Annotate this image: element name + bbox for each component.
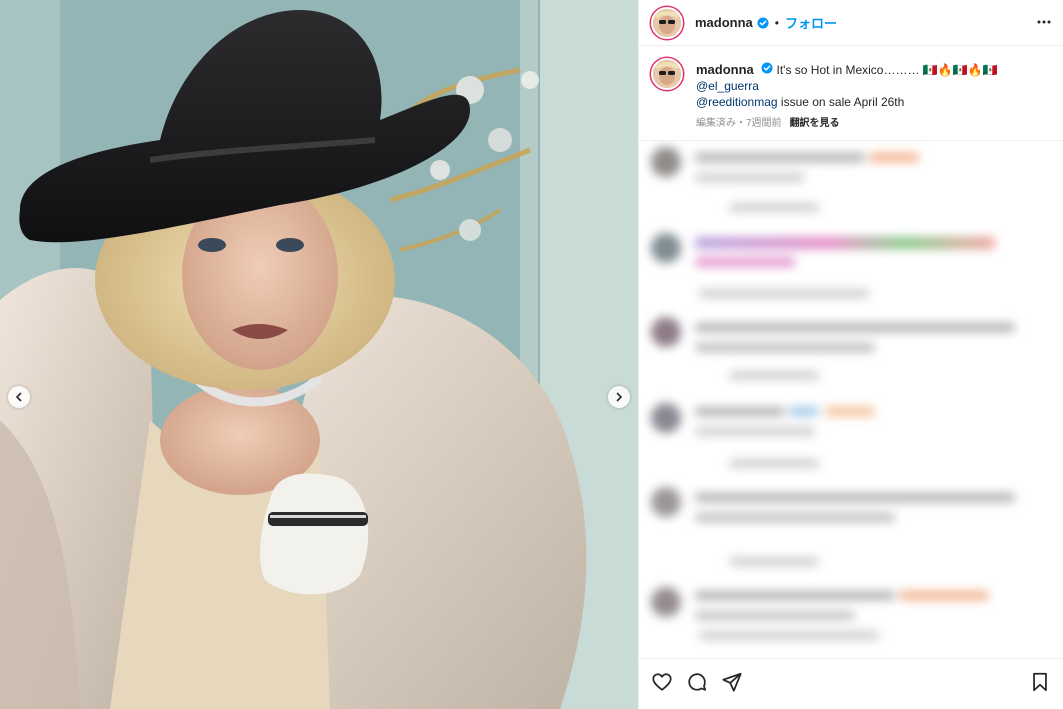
comment-avatar bbox=[651, 233, 681, 263]
comments-list[interactable] bbox=[639, 140, 1063, 658]
verified-badge-icon bbox=[761, 62, 773, 74]
comment-line bbox=[789, 407, 819, 416]
separator-dot: • bbox=[774, 15, 779, 30]
comment-line bbox=[695, 237, 995, 249]
comment-avatar bbox=[651, 317, 681, 347]
avatar-image bbox=[653, 8, 681, 37]
comment-line bbox=[729, 557, 819, 566]
comment-line bbox=[695, 493, 1015, 502]
comment-line bbox=[695, 611, 855, 620]
comment-line bbox=[695, 257, 795, 267]
comment-line bbox=[699, 631, 879, 640]
mention-link[interactable]: @el_guerra bbox=[696, 78, 998, 94]
heart-icon bbox=[652, 673, 672, 691]
comment-line bbox=[695, 323, 1015, 332]
username[interactable]: madonna bbox=[695, 15, 753, 30]
comment-avatar bbox=[651, 403, 681, 433]
like-button[interactable] bbox=[651, 671, 673, 698]
comment-line bbox=[695, 153, 865, 162]
post-sidebar: madonna • フォロー madonna It's so Hot in Me… bbox=[638, 0, 1063, 709]
mention-link[interactable]: @reeditionmag bbox=[696, 95, 778, 109]
comment-line bbox=[869, 153, 919, 162]
post-media bbox=[0, 0, 638, 709]
comment-icon bbox=[688, 673, 707, 691]
caption-text: It's so Hot in Mexico……… 🇲🇽🔥🇲🇽🔥🇲🇽 bbox=[776, 63, 998, 77]
caption-username[interactable]: madonna bbox=[696, 62, 754, 77]
caption-text-tail: issue on sale April 26th bbox=[777, 95, 905, 109]
next-media-button[interactable] bbox=[608, 386, 630, 408]
comment-line bbox=[825, 407, 875, 416]
comment-line bbox=[899, 591, 989, 600]
more-options-button[interactable] bbox=[1036, 14, 1052, 35]
avatar[interactable] bbox=[651, 6, 683, 39]
post-actions bbox=[639, 658, 1063, 709]
comment-button[interactable] bbox=[686, 671, 708, 698]
post-header: madonna • フォロー bbox=[639, 0, 1063, 46]
post-photo bbox=[0, 0, 638, 709]
caption-body: madonna It's so Hot in Mexico……… 🇲🇽🔥🇲🇽🔥🇲… bbox=[696, 58, 998, 132]
previous-media-button[interactable] bbox=[8, 386, 30, 408]
comment-avatar bbox=[651, 147, 681, 177]
comment-line bbox=[695, 173, 805, 182]
see-translation-button[interactable]: 翻訳を見る bbox=[790, 118, 840, 129]
chevron-left-icon bbox=[15, 392, 22, 402]
comment-line bbox=[729, 371, 819, 380]
comment-line bbox=[699, 289, 869, 298]
comment-line bbox=[695, 343, 875, 352]
paper-plane-icon bbox=[722, 672, 742, 692]
avatar-image bbox=[653, 60, 681, 88]
more-options-icon bbox=[1037, 20, 1051, 24]
comment-line bbox=[695, 513, 895, 522]
comment-avatar bbox=[651, 487, 681, 517]
caption-avatar[interactable] bbox=[651, 58, 683, 90]
blurred-comments bbox=[639, 141, 1063, 658]
save-button[interactable] bbox=[1029, 671, 1051, 698]
verified-badge-icon bbox=[757, 17, 769, 29]
comment-line bbox=[729, 459, 819, 468]
comment-line bbox=[695, 407, 785, 416]
chevron-right-icon bbox=[616, 392, 623, 402]
instagram-post: madonna • フォロー madonna It's so Hot in Me… bbox=[0, 0, 1063, 709]
comment-line bbox=[695, 591, 895, 600]
caption-line: @reeditionmag issue on sale April 26th bbox=[696, 94, 998, 110]
comment-avatar bbox=[651, 587, 681, 617]
share-button[interactable] bbox=[721, 671, 743, 698]
bookmark-icon bbox=[1033, 672, 1047, 692]
edited-timestamp: 編集済み・7週間前 bbox=[696, 118, 782, 129]
comment-line bbox=[695, 427, 815, 436]
follow-button[interactable]: フォロー bbox=[785, 13, 837, 32]
comment-line bbox=[729, 203, 819, 212]
post-meta: 編集済み・7週間前 翻訳を見る bbox=[696, 116, 998, 132]
post-caption: madonna It's so Hot in Mexico……… 🇲🇽🔥🇲🇽🔥🇲… bbox=[651, 58, 1051, 132]
